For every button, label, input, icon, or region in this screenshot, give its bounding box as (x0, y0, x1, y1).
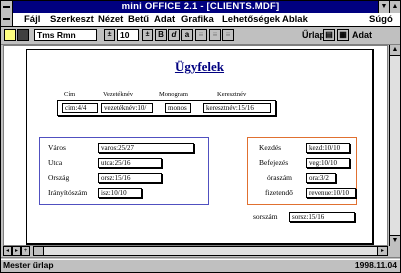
city-label: Város (48, 143, 66, 152)
table-view-icon[interactable]: ▦ (337, 29, 349, 41)
hours-label: óraszám (267, 173, 292, 182)
align-center-icon[interactable]: ≡ (209, 29, 221, 41)
monogram-field[interactable]: monos (165, 103, 191, 113)
scroll-up-icon[interactable]: ▲ (390, 45, 400, 56)
status-date: 1998.11.04 (354, 260, 397, 270)
open-folder-icon[interactable] (4, 29, 16, 41)
status-mode: Mester űrlap (3, 260, 54, 270)
menu-window[interactable]: Ablak (282, 13, 308, 26)
menu-view[interactable]: Nézet (98, 13, 123, 26)
next-record-icon[interactable]: + (21, 246, 30, 256)
bold-button[interactable]: B (155, 29, 167, 41)
form-canvas: Ügyfelek Cím Vezetéknév Monogram Kereszt… (3, 45, 388, 246)
document-menu-icon (3, 18, 10, 20)
align-right-icon[interactable]: ≡ (222, 29, 234, 41)
app-window: mini OFFICE 2.1 - [CLIENTS.MDF] ▲ ▼ Fájl… (0, 0, 401, 273)
country-field[interactable]: orsz:15/16 (98, 173, 162, 183)
font-name-select[interactable]: Tms Rmn (34, 29, 97, 41)
toolbar: Tms Rmn ± 10 ± B d a ≡ ≡ ≡ Űrlap ▤ ▦ Ada… (1, 27, 400, 45)
menu-help[interactable]: Súgó (369, 13, 393, 26)
title-bar: mini OFFICE 2.1 - [CLIENTS.MDF] ▲ ▼ (1, 1, 400, 13)
end-field[interactable]: veg:10/10 (306, 158, 350, 168)
menu-options[interactable]: Lehetőségek (222, 13, 280, 26)
prev-record-icon[interactable]: ▸ (12, 246, 21, 256)
serial-label: sorszám (253, 212, 278, 221)
column-header-lastname: Vezetéknév (103, 91, 133, 98)
zipcode-label: Irányítószám (48, 188, 88, 197)
payable-field[interactable]: revenue:10/10 (306, 188, 356, 198)
minimize-button[interactable]: ▼ (378, 1, 389, 13)
menu-graphics[interactable]: Grafika (181, 13, 214, 26)
firstname-field[interactable]: keresztnév:15/16 (203, 103, 271, 113)
country-label: Ország (48, 173, 70, 182)
column-header-address: Cím (64, 91, 76, 98)
underline-button[interactable]: a (181, 29, 193, 41)
scroll-right-icon[interactable]: ▸ (377, 247, 387, 255)
lastname-field[interactable]: vezetéknév:10/ (101, 103, 153, 113)
status-bar: Mester űrlap 1998.11.04 (1, 259, 400, 271)
street-field[interactable]: utca:25/16 (98, 158, 162, 168)
menu-file[interactable]: Fájl (24, 13, 40, 26)
address-field[interactable]: cim:4/4 (62, 103, 98, 113)
form-view-icon[interactable]: ▤ (323, 29, 335, 41)
column-header-monogram: Monogram (159, 91, 188, 98)
data-view-label: Adat (352, 30, 372, 40)
menu-data[interactable]: Adat (154, 13, 175, 26)
menu-bar: Fájl Szerkeszt Nézet Betű Adat Grafika L… (1, 13, 400, 27)
font-name-dropdown-icon[interactable]: ± (104, 29, 115, 41)
start-field[interactable]: kezd:10/10 (306, 143, 350, 153)
document-menu-button[interactable] (1, 13, 13, 26)
end-label: Befejezés (259, 158, 289, 167)
serial-field[interactable]: sorsz:15/16 (289, 212, 355, 222)
horizontal-scrollbar[interactable]: ▸ (33, 246, 388, 256)
payable-label: fizetendő (265, 188, 293, 197)
street-label: Utca (48, 158, 63, 167)
window-title: mini OFFICE 2.1 - [CLIENTS.MDF] (121, 1, 280, 12)
save-disk-icon[interactable] (17, 29, 29, 41)
form-page: Ügyfelek Cím Vezetéknév Monogram Kereszt… (26, 49, 374, 245)
vertical-scrollbar[interactable]: ▲ ▼ (389, 45, 400, 246)
font-size-select[interactable]: 10 (117, 29, 139, 41)
column-header-firstname: Keresztnév (217, 91, 247, 98)
menu-font[interactable]: Betű (128, 13, 149, 26)
scroll-left-icon[interactable] (34, 247, 44, 255)
bottom-area: ◂ ▸ + ▸ Mester űrlap 1998.11.04 (1, 246, 400, 271)
first-record-icon[interactable]: ◂ (3, 246, 12, 256)
menu-edit[interactable]: Szerkeszt (50, 13, 94, 26)
align-left-icon[interactable]: ≡ (195, 29, 207, 41)
form-view-label: Űrlap (302, 30, 326, 40)
font-size-dropdown-icon[interactable]: ± (142, 29, 153, 41)
city-field[interactable]: varos:25/27 (98, 143, 194, 153)
maximize-button[interactable]: ▲ (389, 1, 400, 13)
scroll-down-icon[interactable]: ▼ (390, 235, 400, 246)
start-label: Kezdés (259, 143, 282, 152)
zipcode-field[interactable]: isz:10/10 (98, 188, 142, 198)
record-navigation-bar: ◂ ▸ + ▸ (1, 246, 400, 258)
hours-field[interactable]: ora:3/2 (306, 173, 336, 183)
form-title: Ügyfelek (174, 59, 225, 74)
italic-button[interactable]: d (168, 29, 180, 41)
